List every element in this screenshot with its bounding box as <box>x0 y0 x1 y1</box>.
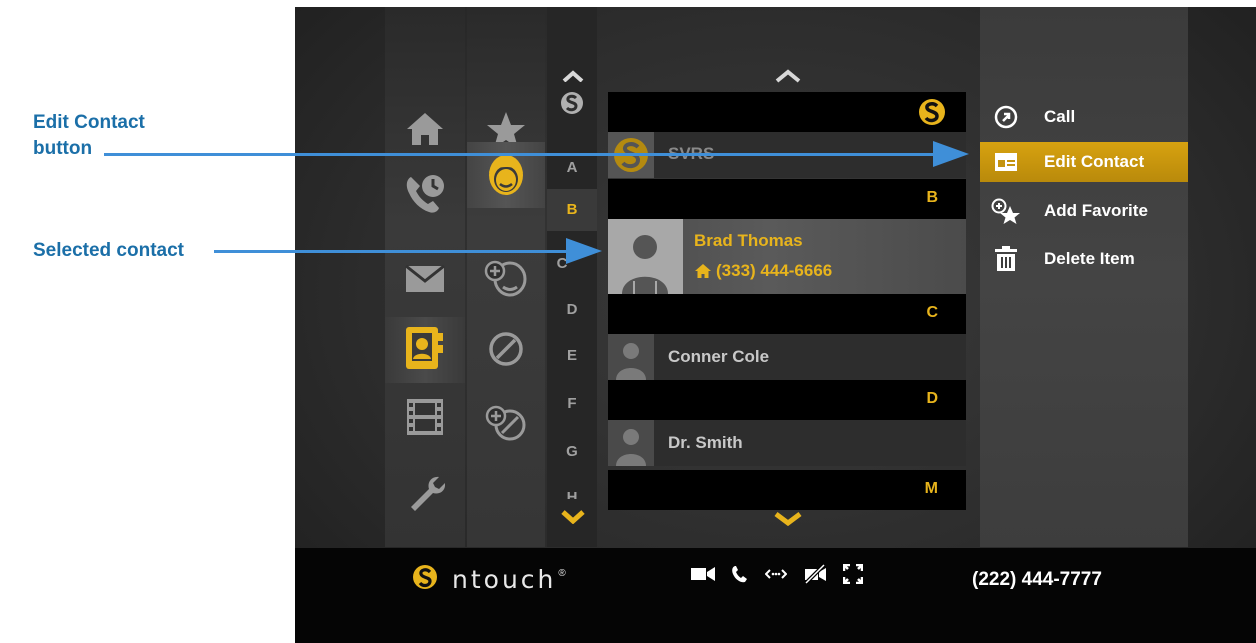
contacts-list-icon[interactable] <box>486 153 526 197</box>
alpha-letter-a[interactable]: A <box>547 159 597 176</box>
callout-line-2: button <box>33 137 93 159</box>
call-label: Call <box>1044 107 1076 126</box>
contacts-sub-nav <box>467 7 545 547</box>
alpha-letter-d[interactable]: D <box>547 301 597 318</box>
list-scroll-up-icon[interactable] <box>775 69 801 88</box>
section-header-m: M <box>608 470 966 510</box>
list-scroll-down-icon[interactable] <box>774 512 802 531</box>
delete-item-button[interactable]: Delete Item <box>980 239 1188 279</box>
home-icon[interactable] <box>405 111 445 147</box>
contact-row-brad-thomas[interactable]: Brad Thomas (333) 444-6666 <box>608 219 966 294</box>
manual-page: Edit Contact button Selected contact A B… <box>0 0 1256 643</box>
add-favorite-label: Add Favorite <box>1044 201 1148 220</box>
status-bar: ntouch ® (222) 444-7777 <box>295 548 1256 643</box>
contact-avatar <box>608 420 654 466</box>
edit-contact-arrow-head <box>933 141 969 167</box>
fullscreen-icon <box>842 563 864 589</box>
video-privacy-icon <box>803 563 827 589</box>
contacts-icon[interactable] <box>404 325 446 371</box>
mail-icon[interactable] <box>405 265 445 293</box>
selected-contact-callout: Selected contact <box>33 240 184 261</box>
svrs-logo-icon[interactable] <box>560 91 584 115</box>
callout-line-1: Edit Contact <box>33 112 145 133</box>
contact-avatar <box>608 334 654 380</box>
section-header-d: D <box>608 380 966 420</box>
trash-icon <box>988 246 1024 272</box>
contact-actions-menu: Call Edit Contact Add Favorite Delete It… <box>980 7 1188 547</box>
alpha-letter-h[interactable]: H <box>547 489 597 499</box>
alpha-letter-g[interactable]: G <box>547 443 597 460</box>
call-icon <box>988 105 1024 129</box>
edit-contact-arrow-line <box>104 153 940 156</box>
network-icon <box>764 567 788 586</box>
section-letter: C <box>926 304 938 321</box>
add-favorite-icon <box>988 198 1024 224</box>
section-header-b: B <box>608 179 966 219</box>
section-letter: D <box>926 390 938 407</box>
main-nav <box>385 7 465 547</box>
alpha-scroll-down-icon[interactable] <box>561 510 585 529</box>
contact-list: SVRS B Brad Thomas (333) 444-6666 C <box>608 7 966 547</box>
call-button[interactable]: Call <box>980 97 1188 137</box>
edit-contact-label: Edit Contact <box>1044 152 1145 171</box>
block-icon[interactable] <box>488 331 524 367</box>
selected-contact-arrow-head <box>566 238 602 264</box>
contact-avatar <box>608 219 683 294</box>
alpha-letter-b[interactable]: B <box>547 201 597 218</box>
status-icons <box>691 563 864 589</box>
settings-icon[interactable] <box>405 473 445 513</box>
add-contact-icon[interactable] <box>484 257 528 297</box>
contact-name: Brad Thomas <box>694 231 803 250</box>
add-block-icon[interactable] <box>484 403 528 443</box>
sorenson-logo-icon <box>412 564 438 595</box>
delete-item-label: Delete Item <box>1044 249 1135 268</box>
brand-name: ntouch <box>452 565 557 594</box>
alpha-scroll-up-icon[interactable] <box>562 69 584 87</box>
video-icon[interactable] <box>405 397 445 437</box>
svrs-section-icon <box>918 98 946 131</box>
ntouch-screen: A B C D E F G H B Brad Thomas (333) 444-… <box>295 7 1256 643</box>
contact-row-dr-smith[interactable]: Dr. Smith <box>608 420 966 466</box>
call-history-icon[interactable] <box>403 173 447 215</box>
section-header-s <box>608 92 966 132</box>
selected-contact-arrow-line <box>214 250 574 253</box>
brand: ntouch ® <box>412 564 566 595</box>
section-letter: B <box>926 189 938 206</box>
phone-icon <box>731 565 749 588</box>
registered-mark: ® <box>558 568 566 579</box>
edit-contact-icon <box>988 151 1024 173</box>
home-phone-icon <box>694 263 712 284</box>
alphabet-index: A B C D E F G H <box>547 7 597 547</box>
add-favorite-button[interactable]: Add Favorite <box>980 191 1188 231</box>
video-camera-icon <box>691 566 715 587</box>
section-letter: M <box>924 480 938 497</box>
section-header-c: C <box>608 294 966 334</box>
edit-contact-button[interactable]: Edit Contact <box>980 142 1188 182</box>
contact-name: Dr. Smith <box>668 433 743 452</box>
contact-row-conner-cole[interactable]: Conner Cole <box>608 334 966 380</box>
my-phone-number: (222) 444-7777 <box>972 569 1102 590</box>
alpha-letter-e[interactable]: E <box>547 347 597 364</box>
contact-phone: (333) 444-6666 <box>716 261 833 280</box>
alpha-letter-f[interactable]: F <box>547 395 597 412</box>
contact-name: Conner Cole <box>668 347 770 366</box>
